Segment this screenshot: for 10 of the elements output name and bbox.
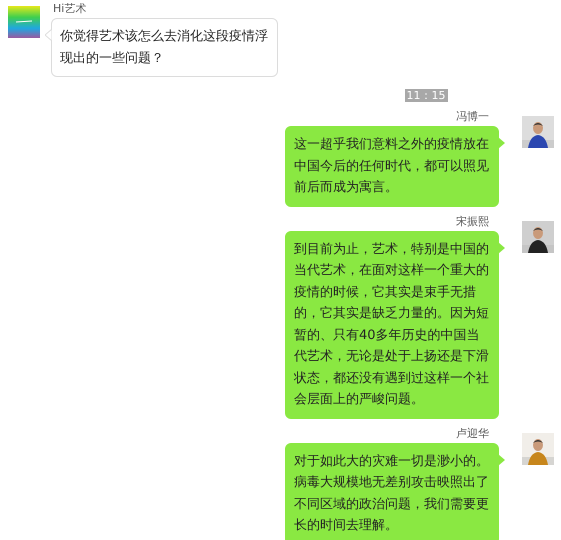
bubble-tail — [498, 242, 505, 254]
sender-name: Hi艺术 — [53, 2, 86, 15]
sender-name: 冯博一 — [456, 110, 489, 123]
logo-icon — [8, 6, 40, 38]
sender-name: 卢迎华 — [456, 426, 489, 440]
bubble-tail — [498, 137, 505, 149]
bubble-tail — [45, 29, 52, 41]
timestamp: 11：15 — [404, 89, 448, 102]
bubble-tail — [498, 454, 505, 466]
sender-name: 宋振熙 — [456, 214, 489, 228]
